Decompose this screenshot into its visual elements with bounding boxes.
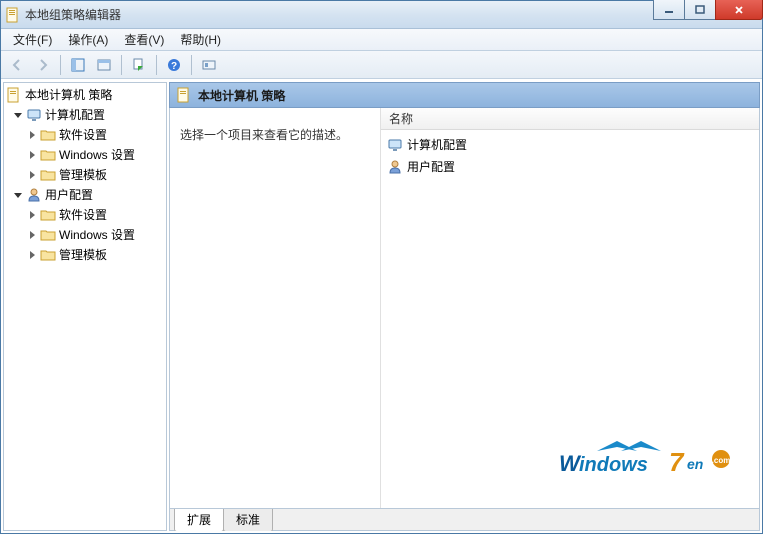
list-header[interactable]: 名称 xyxy=(381,108,759,130)
menubar: 文件(F) 操作(A) 查看(V) 帮助(H) xyxy=(1,29,762,51)
policy-icon xyxy=(6,87,22,103)
forward-button[interactable] xyxy=(31,54,55,76)
list-item-user[interactable]: 用户配置 xyxy=(381,156,759,178)
close-button[interactable] xyxy=(715,0,763,20)
list-column: 名称 计算机配置 用户配置 xyxy=(380,108,759,508)
detail-heading: 本地计算机 策略 xyxy=(198,87,285,104)
policy-icon xyxy=(176,87,192,103)
tree-label: 计算机配置 xyxy=(45,106,105,124)
menu-view[interactable]: 查看(V) xyxy=(116,29,172,50)
maximize-button[interactable] xyxy=(684,0,716,20)
window-title: 本地组策略编辑器 xyxy=(25,6,121,23)
toolbar-separator xyxy=(191,55,192,75)
toolbar: ? xyxy=(1,51,762,79)
computer-icon xyxy=(387,137,403,153)
user-icon xyxy=(26,187,42,203)
show-hide-tree-button[interactable] xyxy=(66,54,90,76)
list-item-label: 用户配置 xyxy=(407,158,455,176)
tab-standard[interactable]: 标准 xyxy=(223,509,273,531)
folder-icon xyxy=(40,127,56,143)
detail-panel: 本地计算机 策略 选择一个项目来查看它的描述。 名称 计算机配置 xyxy=(169,82,760,531)
tree-root-label: 本地计算机 策略 xyxy=(25,86,112,104)
tree-user-config[interactable]: 用户配置 xyxy=(4,185,166,205)
folder-icon xyxy=(40,227,56,243)
toolbar-separator xyxy=(156,55,157,75)
user-icon xyxy=(387,159,403,175)
minimize-button[interactable] xyxy=(653,0,685,20)
tree-label: Windows 设置 xyxy=(59,146,135,164)
list-item-computer[interactable]: 计算机配置 xyxy=(381,134,759,156)
tree-admin-templates[interactable]: 管理模板 xyxy=(4,165,166,185)
list-item-label: 计算机配置 xyxy=(407,136,467,154)
properties-button[interactable] xyxy=(92,54,116,76)
svg-text:?: ? xyxy=(171,61,177,72)
menu-action[interactable]: 操作(A) xyxy=(60,29,116,50)
tree-windows-settings[interactable]: Windows 设置 xyxy=(4,225,166,245)
collapse-icon[interactable] xyxy=(12,189,24,201)
help-button[interactable]: ? xyxy=(162,54,186,76)
tree-windows-settings[interactable]: Windows 设置 xyxy=(4,145,166,165)
folder-icon xyxy=(40,167,56,183)
folder-icon xyxy=(40,147,56,163)
tree-label: Windows 设置 xyxy=(59,226,135,244)
tree-computer-config[interactable]: 计算机配置 xyxy=(4,105,166,125)
expand-icon[interactable] xyxy=(26,209,38,221)
back-button[interactable] xyxy=(5,54,29,76)
titlebar: 本地组策略编辑器 xyxy=(1,1,762,29)
expand-icon[interactable] xyxy=(26,149,38,161)
tree-label: 软件设置 xyxy=(59,126,107,144)
tree-label: 软件设置 xyxy=(59,206,107,224)
tree-panel[interactable]: 本地计算机 策略 计算机配置 软件设置 Windows 设置 管理模板 xyxy=(3,82,167,531)
folder-icon xyxy=(40,247,56,263)
expand-icon[interactable] xyxy=(26,129,38,141)
app-icon xyxy=(5,7,21,23)
menu-file[interactable]: 文件(F) xyxy=(5,29,60,50)
expand-icon[interactable] xyxy=(26,169,38,181)
collapse-icon[interactable] xyxy=(12,109,24,121)
tree-root[interactable]: 本地计算机 策略 xyxy=(4,85,166,105)
tree-software-settings[interactable]: 软件设置 xyxy=(4,205,166,225)
detail-header: 本地计算机 策略 xyxy=(169,82,760,108)
tree-label: 管理模板 xyxy=(59,166,107,184)
description-prompt: 选择一个项目来查看它的描述。 xyxy=(180,128,348,142)
name-column-header[interactable]: 名称 xyxy=(381,110,421,127)
tree-software-settings[interactable]: 软件设置 xyxy=(4,125,166,145)
toolbar-separator xyxy=(60,55,61,75)
menu-help[interactable]: 帮助(H) xyxy=(172,29,229,50)
expand-icon[interactable] xyxy=(26,249,38,261)
tree-admin-templates[interactable]: 管理模板 xyxy=(4,245,166,265)
tree-label: 管理模板 xyxy=(59,246,107,264)
tree-label: 用户配置 xyxy=(45,186,93,204)
detail-tabs: 扩展 标准 xyxy=(169,509,760,531)
options-button[interactable] xyxy=(197,54,221,76)
toolbar-separator xyxy=(121,55,122,75)
expand-icon[interactable] xyxy=(26,229,38,241)
export-button[interactable] xyxy=(127,54,151,76)
folder-icon xyxy=(40,207,56,223)
tab-extended[interactable]: 扩展 xyxy=(174,509,224,531)
computer-icon xyxy=(26,107,42,123)
description-column: 选择一个项目来查看它的描述。 xyxy=(170,108,380,508)
